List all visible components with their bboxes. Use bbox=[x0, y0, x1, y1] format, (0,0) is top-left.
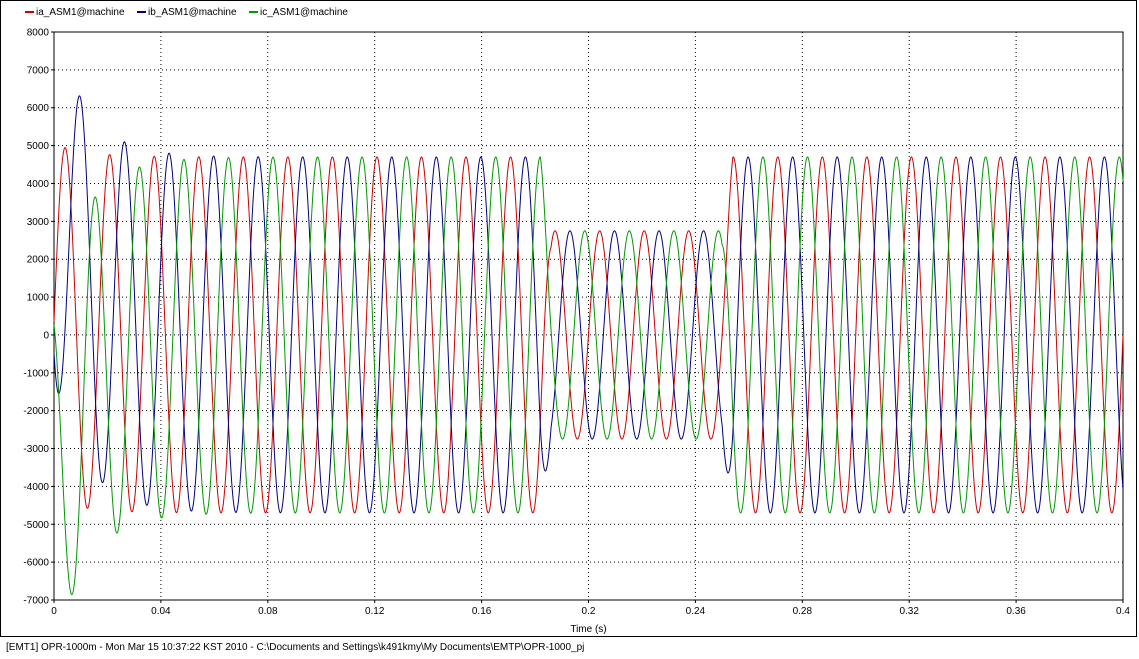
y-tick-label: -4000 bbox=[23, 482, 49, 493]
line-chart: 8000 7000 6000 5000 4000 3000 2000 1000 0 -1000 -2… bbox=[23, 7, 1130, 635]
y-tick-label: 3000 bbox=[27, 217, 50, 228]
legend-label-1: ib_ASM1@machine bbox=[148, 7, 237, 18]
series-line-0 bbox=[53, 146, 1124, 514]
x-tick-label: 0.32 bbox=[899, 606, 919, 617]
y-tick-label: -5000 bbox=[23, 520, 49, 531]
x-axis-tick-labels: 0 0.04 0.08 0.12 0.16 0.2 0.24 0.28 0.32 0.36 0.4 bbox=[51, 600, 1130, 617]
x-tick-label: 0.12 bbox=[365, 606, 385, 617]
x-tick-label: 0.04 bbox=[151, 606, 171, 617]
y-tick-label: 6000 bbox=[27, 103, 50, 114]
y-tick-label: -2000 bbox=[23, 406, 49, 417]
y-tick-label: -7000 bbox=[23, 596, 49, 607]
y-tick-label: 2000 bbox=[27, 255, 50, 266]
x-tick-label: 0.16 bbox=[472, 606, 492, 617]
y-axis-tick-labels: 8000 7000 6000 5000 4000 3000 2000 1000 0 -1000 -2… bbox=[23, 28, 54, 607]
x-tick-label: 0.08 bbox=[258, 606, 278, 617]
y-tick-label: 1000 bbox=[27, 293, 50, 304]
x-tick-label: 0.24 bbox=[686, 606, 706, 617]
y-tick-label: -6000 bbox=[23, 558, 49, 569]
y-tick-label: 5000 bbox=[27, 141, 50, 152]
y-tick-label: 8000 bbox=[27, 28, 50, 39]
x-tick-label: 0.36 bbox=[1006, 606, 1026, 617]
y-tick-label: 0 bbox=[43, 330, 49, 341]
x-tick-label: 0 bbox=[51, 606, 57, 617]
x-tick-label: 0.4 bbox=[1116, 606, 1130, 617]
status-bar: [EMT1] OPR-1000m - Mon Mar 15 10:37:22 K… bbox=[6, 642, 585, 653]
legend-label-2: ic_ASM1@machine bbox=[260, 7, 348, 18]
y-tick-label: -3000 bbox=[23, 444, 49, 455]
series-layer bbox=[53, 95, 1124, 596]
y-tick-label: 7000 bbox=[27, 65, 50, 76]
plot-frame: 8000 7000 6000 5000 4000 3000 2000 1000 0 -1000 -2… bbox=[0, 0, 1137, 637]
legend-label-0: ia_ASM1@machine bbox=[36, 7, 125, 18]
x-tick-label: 0.28 bbox=[793, 606, 813, 617]
y-tick-label: 4000 bbox=[27, 179, 50, 190]
grid-lines bbox=[54, 32, 1123, 600]
x-axis-label: Time (s) bbox=[570, 624, 606, 635]
legend: ia_ASM1@machine ib_ASM1@machine ic_ASM1@ma… bbox=[25, 7, 348, 18]
x-tick-label: 0.2 bbox=[582, 606, 596, 617]
y-tick-label: -1000 bbox=[23, 368, 49, 379]
